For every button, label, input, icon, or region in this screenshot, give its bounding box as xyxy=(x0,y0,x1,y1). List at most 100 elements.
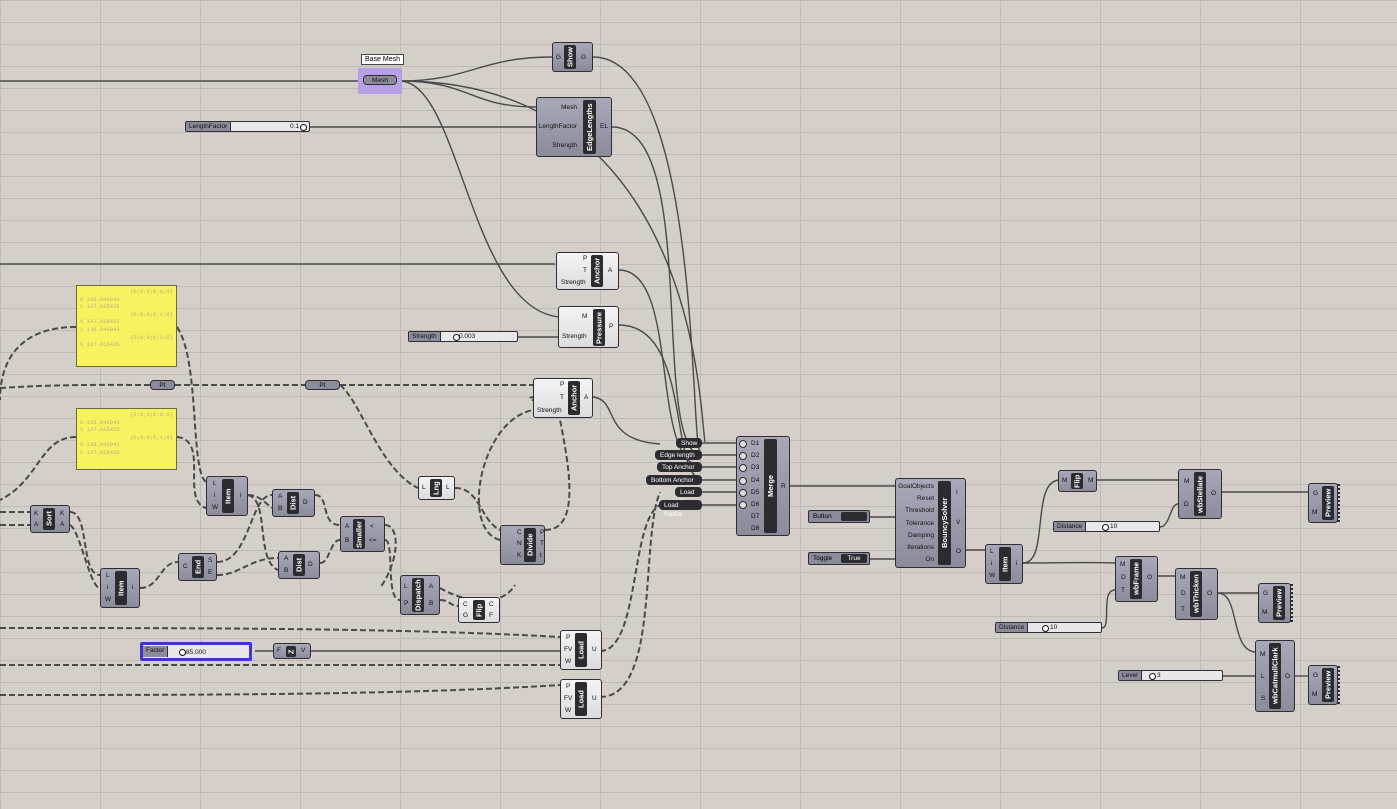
divide-output-t-param[interactable]: t xyxy=(540,552,542,560)
dispatch-input-l[interactable]: L xyxy=(404,583,408,591)
mesh-param[interactable]: Mesh xyxy=(363,75,397,85)
load1-input-p[interactable]: P xyxy=(566,634,570,642)
button-face[interactable] xyxy=(841,512,867,521)
dist-component-2[interactable]: A B Dist D xyxy=(278,551,320,579)
item-component-1[interactable]: L i W Item i xyxy=(206,476,248,516)
flip-output-f[interactable]: F xyxy=(489,612,493,620)
pt-param-2[interactable]: Pt xyxy=(305,380,340,390)
flip-component[interactable]: C G Flip C F xyxy=(458,597,500,623)
dist2-input-b[interactable]: B xyxy=(284,567,288,575)
load-component-2[interactable]: P FV W Load U xyxy=(560,679,602,719)
anchor2-input-p[interactable]: P xyxy=(560,381,564,389)
relay-edge-length[interactable]: Edge length xyxy=(655,450,702,460)
dist2-output-d[interactable]: D xyxy=(308,561,313,569)
solver-input-tolerance[interactable]: Tolerance xyxy=(906,520,934,528)
load2-output-u[interactable]: U xyxy=(592,695,597,703)
anchor2-output-a[interactable]: A xyxy=(584,394,588,402)
flip-input-g[interactable]: G xyxy=(463,612,468,620)
item2-output-i[interactable]: i xyxy=(132,584,133,592)
divide-component[interactable]: C N K Divide P T t xyxy=(500,525,545,565)
show-component[interactable]: G Show G xyxy=(552,42,593,72)
solver-output-o[interactable]: O xyxy=(956,548,961,556)
slider-knob[interactable] xyxy=(1042,625,1049,632)
item-component-3[interactable]: L i W Item i xyxy=(985,544,1023,584)
slider-knob[interactable] xyxy=(179,649,186,656)
solver-input-threshold[interactable]: Threshold xyxy=(905,507,934,515)
dist1-input-b[interactable]: B xyxy=(278,505,282,513)
thicken-input-t[interactable]: T xyxy=(1181,606,1185,614)
anchor1-input-p[interactable]: P xyxy=(583,255,587,263)
thicken-output-o[interactable]: O xyxy=(1207,590,1212,598)
smaller-output-le[interactable]: <= xyxy=(369,537,377,545)
preview1-input-m[interactable]: M xyxy=(1312,509,1317,517)
flip-mesh-output-m[interactable]: M xyxy=(1088,477,1093,485)
divide-input-n[interactable]: N xyxy=(517,540,522,548)
lng-output-l[interactable]: L xyxy=(446,484,450,492)
anchor1-input-t[interactable]: T xyxy=(583,267,587,275)
item2-input-i[interactable]: i xyxy=(107,584,108,592)
stellate-output-o[interactable]: O xyxy=(1211,490,1216,498)
toggle-value[interactable]: True xyxy=(841,554,867,563)
pressure-output-p[interactable]: P xyxy=(609,323,613,331)
solver-output-i[interactable]: I xyxy=(956,489,958,497)
merge-output-r[interactable]: R xyxy=(781,483,786,491)
anchor-component-1[interactable]: P T Strength Anchor A xyxy=(556,252,619,290)
preview2-input-m[interactable]: M xyxy=(1262,609,1267,617)
preview3-input-g[interactable]: G xyxy=(1313,672,1318,680)
solver-input-reset[interactable]: Reset xyxy=(917,495,934,503)
pressure-input-strength[interactable]: Strength xyxy=(562,333,587,341)
solver-output-v[interactable]: V xyxy=(956,519,960,527)
item3-input-l[interactable]: L xyxy=(990,548,994,556)
item3-input-w[interactable]: W xyxy=(989,572,995,580)
pressure-input-m[interactable]: M xyxy=(582,313,587,321)
z-output-v[interactable]: V xyxy=(301,647,305,655)
solver-input-goalobjects[interactable]: GoalObjects xyxy=(898,483,934,491)
flip-mesh-component[interactable]: M Flip M xyxy=(1058,470,1097,492)
anchor1-input-strength[interactable]: Strength xyxy=(561,279,586,287)
show-output-g[interactable]: G xyxy=(581,54,586,62)
dist1-output-d[interactable]: D xyxy=(303,499,308,507)
merge-input-d4[interactable]: D4 xyxy=(751,477,759,485)
load1-input-fv[interactable]: FV xyxy=(564,646,572,654)
dispatch-output-a[interactable]: A xyxy=(429,583,433,591)
relay-top-anchor[interactable]: Top Anchor xyxy=(657,462,702,472)
merge-component[interactable]: D1 D2 D3 D4 D5 D6 D7 D8 Merge R xyxy=(736,436,790,536)
preview-component-1[interactable]: G M Preview xyxy=(1308,483,1340,523)
divide-input-c[interactable]: C xyxy=(517,529,522,537)
item1-output-i[interactable]: i xyxy=(240,492,241,500)
wbframe-component[interactable]: M D T wbFrame O xyxy=(1115,556,1158,602)
dispatch-component[interactable]: L P Dispatch A B xyxy=(400,575,440,615)
item1-input-l[interactable]: L xyxy=(213,480,217,488)
edgelengths-input-mesh[interactable]: Mesh xyxy=(561,104,577,112)
divide-input-k[interactable]: K xyxy=(517,552,521,560)
wbstellate-component[interactable]: M D wbStellate O xyxy=(1178,469,1222,519)
dist1-input-a[interactable]: A xyxy=(278,493,282,501)
frame-input-d[interactable]: D xyxy=(1121,574,1126,582)
lng-component[interactable]: L Lng L xyxy=(418,476,455,500)
end-output-s[interactable]: S xyxy=(208,557,212,565)
merge-input-d7[interactable]: D7 xyxy=(751,513,759,521)
solver-input-damping[interactable]: Damping xyxy=(908,532,934,540)
anchor1-output-a[interactable]: A xyxy=(608,267,612,275)
item-component-2[interactable]: L i W Item i xyxy=(100,568,140,608)
relay-bottom-anchor[interactable]: Bottom Anchor xyxy=(646,475,702,485)
merge-input-d6[interactable]: D6 xyxy=(751,501,759,509)
show-input-g[interactable]: G xyxy=(556,54,561,62)
merge-input-d1[interactable]: D1 xyxy=(751,440,759,448)
pressure-component[interactable]: M Strength Pressure P xyxy=(558,306,619,348)
divide-output-p[interactable]: P xyxy=(540,529,544,537)
flip-output-c[interactable]: C xyxy=(489,601,494,609)
dispatch-output-b[interactable]: B xyxy=(429,600,433,608)
solver-input-iterations[interactable]: Iterations xyxy=(907,544,934,552)
anchor2-input-strength[interactable]: Strength xyxy=(537,407,562,415)
load1-input-w[interactable]: W xyxy=(565,658,571,666)
load2-input-fv[interactable]: FV xyxy=(564,695,572,703)
lng-input-l[interactable]: L xyxy=(422,484,426,492)
bouncysolver-component[interactable]: GoalObjects Reset Threshold Tolerance Da… xyxy=(895,478,966,568)
catmull-input-m[interactable]: M xyxy=(1260,651,1265,659)
button-component[interactable]: Button xyxy=(808,510,870,523)
pt-param-1[interactable]: Pt xyxy=(150,380,175,390)
end-output-e[interactable]: E xyxy=(208,569,212,577)
preview-component-2[interactable]: G M Preview xyxy=(1258,583,1293,623)
edgelengths-input-lengthfactor[interactable]: LengthFactor xyxy=(539,123,577,131)
